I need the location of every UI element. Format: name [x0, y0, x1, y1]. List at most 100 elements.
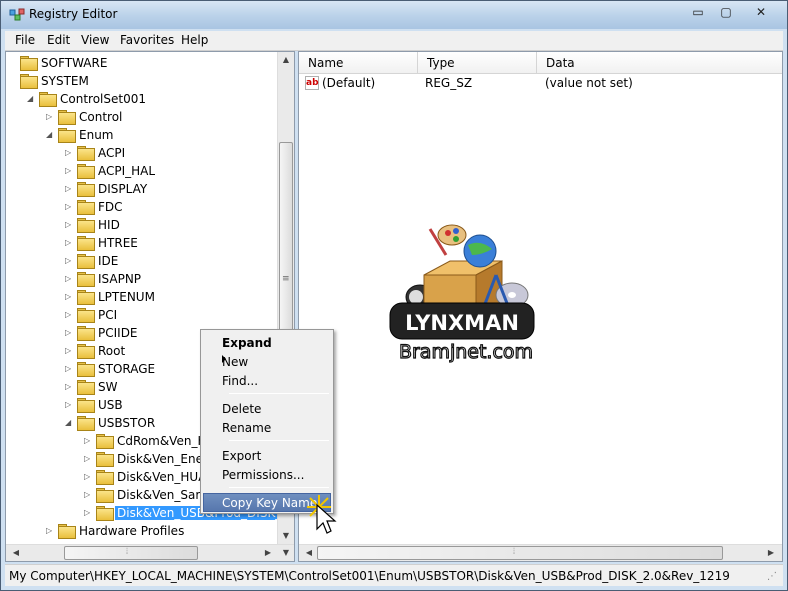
minimize-button[interactable]: ▭ — [685, 3, 711, 21]
menu-view[interactable]: View — [81, 33, 109, 47]
menu-item-export[interactable]: Export — [203, 446, 331, 465]
tree-horizontal-scrollbar[interactable]: ◀ ⦙ ▶ ▼ — [6, 544, 294, 561]
expand-arrow-icon[interactable]: ▷ — [65, 378, 75, 396]
menu-item-expand[interactable]: Expand — [203, 333, 331, 352]
menu-favorites[interactable]: Favorites — [120, 33, 174, 47]
expand-arrow-icon[interactable]: ▷ — [65, 144, 75, 162]
maximize-button[interactable]: ▢ — [713, 3, 739, 21]
folder-icon — [20, 56, 38, 71]
tree-node[interactable]: ◢ Enum — [6, 126, 278, 144]
menu-item-permissions[interactable]: Permissions... — [203, 465, 331, 484]
scroll-up-arrow-icon[interactable]: ▲ — [278, 52, 294, 68]
expand-arrow-icon[interactable]: ▷ — [65, 180, 75, 198]
list-horizontal-scrollbar[interactable]: ◀ ⦙ ▶ — [299, 544, 782, 561]
expand-arrow-icon[interactable]: ▷ — [65, 342, 75, 360]
tree-hscroll-thumb[interactable] — [64, 546, 198, 560]
scroll-right-arrow-icon[interactable]: ▶ — [260, 545, 276, 561]
list-hscroll-thumb[interactable] — [317, 546, 723, 560]
menu-item-rename[interactable]: Rename — [203, 418, 331, 437]
tree-node[interactable]: ▷ IDE — [6, 252, 278, 270]
tree-node-label: HTREE — [98, 236, 138, 250]
expand-arrow-icon[interactable]: ▷ — [65, 198, 75, 216]
scroll-left-arrow-icon[interactable]: ◀ — [8, 545, 24, 561]
value-row[interactable]: ab (Default) REG_SZ (value not set) — [299, 74, 779, 92]
folder-icon — [77, 164, 95, 179]
menu-item-label: Delete — [222, 402, 262, 416]
expand-arrow-icon[interactable]: ▷ — [65, 360, 75, 378]
menu-edit[interactable]: Edit — [47, 33, 70, 47]
folder-icon — [96, 434, 114, 449]
menu-file[interactable]: File — [15, 33, 35, 47]
value-data: (value not set) — [545, 76, 633, 90]
expand-arrow-icon[interactable]: ▷ — [65, 234, 75, 252]
tree-node[interactable]: ▷ Control — [6, 108, 278, 126]
folder-icon — [77, 182, 95, 197]
scroll-down-arrow-icon[interactable]: ▼ — [278, 545, 294, 561]
expand-arrow-icon[interactable]: ▷ — [65, 270, 75, 288]
tree-node[interactable]: ◢ ControlSet001 — [6, 90, 278, 108]
tree-node[interactable]: ▷ PCI — [6, 306, 278, 324]
menu-item-find[interactable]: Find... — [203, 371, 331, 390]
expand-arrow-icon[interactable] — [8, 72, 18, 90]
tree-node[interactable]: ▷ FDC — [6, 198, 278, 216]
close-button[interactable]: ✕ — [743, 3, 779, 21]
scroll-right-arrow-icon[interactable]: ▶ — [763, 545, 779, 561]
tree-node[interactable]: ▷ ACPI — [6, 144, 278, 162]
watermark-site: Bramjnet.com — [399, 341, 533, 363]
tree-node[interactable]: ▷ ACPI_HAL — [6, 162, 278, 180]
tree-node-label: ACPI_HAL — [98, 164, 156, 178]
menu-help[interactable]: Help — [181, 33, 208, 47]
expand-arrow-icon[interactable]: ▷ — [46, 522, 56, 540]
status-bar: My Computer\HKEY_LOCAL_MACHINE\SYSTEM\Co… — [5, 564, 783, 586]
expand-arrow-icon[interactable]: ▷ — [65, 288, 75, 306]
menu-item-delete[interactable]: Delete — [203, 399, 331, 418]
collapse-arrow-icon[interactable]: ◢ — [27, 90, 37, 108]
tree-node[interactable]: SYSTEM — [6, 72, 278, 90]
expand-arrow-icon[interactable]: ▷ — [65, 162, 75, 180]
tree-node[interactable]: ▷ DISPLAY — [6, 180, 278, 198]
tree-node-label: SYSTEM — [41, 74, 89, 88]
column-header-name[interactable]: Name — [299, 52, 418, 74]
value-type: REG_SZ — [425, 76, 473, 90]
menu-item-new[interactable]: New — [203, 352, 331, 371]
resize-grip-icon[interactable]: ⋰ — [767, 571, 777, 582]
lynxman-watermark-logo: LYNXMAN Bramjnet.com — [389, 224, 535, 364]
expand-arrow-icon[interactable]: ▷ — [65, 396, 75, 414]
expand-arrow-icon[interactable]: ▷ — [65, 252, 75, 270]
folder-icon — [96, 452, 114, 467]
expand-arrow-icon[interactable]: ▷ — [84, 432, 94, 450]
expand-arrow-icon[interactable]: ▷ — [84, 504, 94, 522]
column-header-type[interactable]: Type — [418, 52, 537, 74]
title-bar[interactable]: Registry Editor ▭ ▢ ✕ — [1, 1, 787, 29]
expand-arrow-icon[interactable]: ▷ — [84, 486, 94, 504]
tree-node[interactable]: ▷ HID — [6, 216, 278, 234]
menu-item-label: Expand — [222, 336, 272, 350]
tree-node[interactable]: ▷ ISAPNP — [6, 270, 278, 288]
expand-arrow-icon[interactable]: ▷ — [65, 324, 75, 342]
tree-node[interactable]: ▷ Hardware Profiles — [6, 522, 278, 540]
expand-arrow-icon[interactable]: ▷ — [84, 450, 94, 468]
scroll-down-arrow-icon[interactable]: ▼ — [278, 528, 294, 544]
watermark-brand: LYNXMAN — [405, 311, 519, 335]
menu-item-label: Export — [222, 449, 262, 463]
status-path: My Computer\HKEY_LOCAL_MACHINE\SYSTEM\Co… — [9, 569, 730, 583]
folder-icon — [58, 524, 76, 539]
scroll-grip-icon: ⦙ — [513, 547, 516, 557]
expand-arrow-icon[interactable]: ▷ — [65, 216, 75, 234]
value-name: (Default) — [322, 76, 376, 90]
tree-node[interactable]: SOFTWARE — [6, 54, 278, 72]
scroll-left-arrow-icon[interactable]: ◀ — [301, 545, 317, 561]
tree-node-label: ACPI — [98, 146, 126, 160]
expand-arrow-icon[interactable] — [8, 54, 18, 72]
tree-node[interactable]: ▷ HTREE — [6, 234, 278, 252]
collapse-arrow-icon[interactable]: ◢ — [65, 414, 75, 432]
expand-arrow-icon[interactable]: ▷ — [84, 468, 94, 486]
expand-arrow-icon[interactable]: ▷ — [46, 108, 56, 126]
collapse-arrow-icon[interactable]: ◢ — [46, 126, 56, 144]
tree-node[interactable]: ▷ LPTENUM — [6, 288, 278, 306]
tree-node-label: Hardware Profiles — [79, 524, 185, 538]
column-header-data[interactable]: Data — [537, 52, 782, 74]
menu-item-label: Copy Key Name — [222, 496, 318, 510]
expand-arrow-icon[interactable]: ▷ — [65, 306, 75, 324]
string-value-icon: ab — [305, 76, 319, 90]
